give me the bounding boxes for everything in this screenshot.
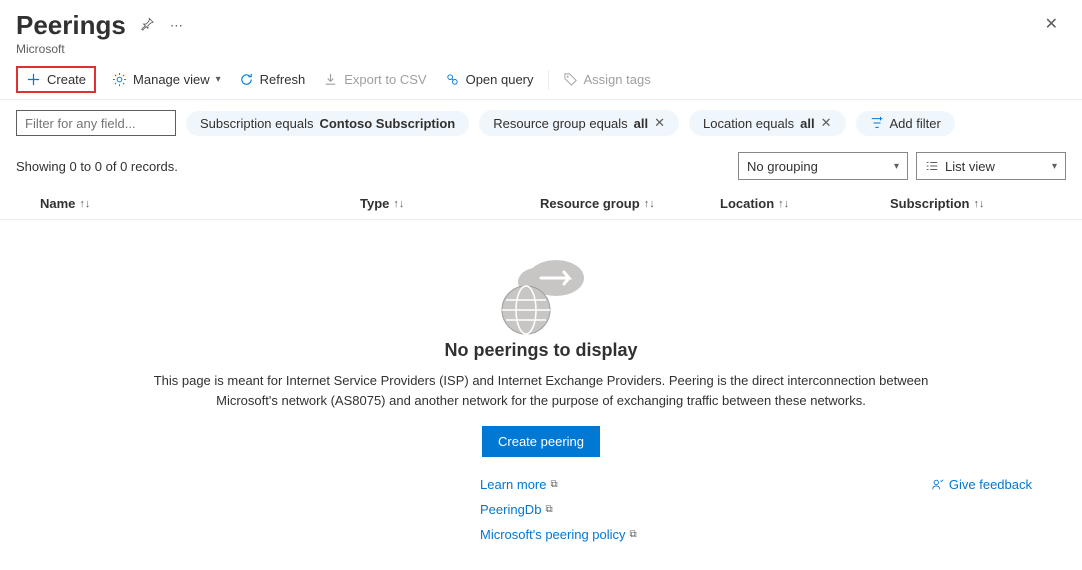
refresh-button[interactable]: Refresh [231, 66, 314, 93]
chevron-down-icon: ▾ [894, 161, 899, 172]
give-feedback-link[interactable]: Give feedback [931, 477, 1032, 492]
column-location[interactable]: Location↑↓ [720, 196, 890, 211]
filter-pill-subscription[interactable]: Subscription equals Contoso Subscription [186, 111, 469, 136]
create-peering-button[interactable]: Create peering [482, 426, 600, 457]
filter-pill-resource-group[interactable]: Resource group equals all ✕ [479, 110, 679, 136]
list-icon [925, 159, 939, 173]
column-subscription[interactable]: Subscription↑↓ [890, 196, 1070, 211]
create-button[interactable]: Create [16, 66, 96, 93]
empty-state-icon [481, 250, 601, 340]
open-query-button[interactable]: Open query [437, 66, 542, 93]
plus-icon [26, 72, 41, 87]
manage-view-button[interactable]: Manage view ▾ [104, 66, 229, 93]
close-button[interactable]: ✕ [1037, 10, 1066, 38]
assign-tags-button[interactable]: Assign tags [555, 66, 659, 93]
empty-title: No peerings to display [20, 340, 1062, 361]
empty-description: This page is meant for Internet Service … [131, 371, 951, 410]
download-icon [323, 72, 338, 87]
filter-input[interactable] [16, 110, 176, 136]
add-filter-button[interactable]: Add filter [856, 111, 955, 136]
page-title: Peerings [16, 10, 126, 41]
record-count: Showing 0 to 0 of 0 records. [16, 159, 178, 174]
column-type[interactable]: Type↑↓ [360, 196, 540, 211]
peering-policy-link[interactable]: Microsoft's peering policy⧉ [480, 527, 637, 542]
query-icon [445, 72, 460, 87]
tag-icon [563, 72, 578, 87]
close-icon[interactable]: ✕ [654, 115, 665, 131]
separator [548, 70, 549, 90]
close-icon[interactable]: ✕ [821, 115, 832, 131]
gear-icon [112, 72, 127, 87]
feedback-icon [931, 478, 945, 492]
sort-icon: ↑↓ [973, 198, 984, 210]
more-icon[interactable]: ⋯ [168, 16, 185, 36]
external-link-icon: ⧉ [545, 504, 552, 515]
external-link-icon: ⧉ [550, 479, 557, 490]
page-subtitle: Microsoft [16, 42, 1066, 56]
sort-icon: ↑↓ [393, 198, 404, 210]
sort-icon: ↑↓ [79, 198, 90, 210]
chevron-down-icon: ▾ [216, 74, 221, 85]
column-resource-group[interactable]: Resource group↑↓ [540, 196, 720, 211]
empty-state: No peerings to display This page is mean… [0, 220, 1082, 552]
learn-more-link[interactable]: Learn more⧉ [480, 477, 558, 492]
column-name[interactable]: Name↑↓ [0, 196, 360, 211]
status-bar: Showing 0 to 0 of 0 records. No grouping… [0, 144, 1082, 188]
page-header: Peerings ⋯ Microsoft ✕ [0, 0, 1082, 60]
pin-icon[interactable] [138, 15, 156, 36]
refresh-icon [239, 72, 254, 87]
grouping-select[interactable]: No grouping ▾ [738, 152, 908, 180]
filter-add-icon [870, 116, 884, 130]
filter-pill-location[interactable]: Location equals all ✕ [689, 110, 845, 136]
external-link-icon: ⧉ [630, 529, 637, 540]
sort-icon: ↑↓ [778, 198, 789, 210]
chevron-down-icon: ▾ [1052, 161, 1057, 172]
export-csv-button[interactable]: Export to CSV [315, 66, 434, 93]
table-header: Name↑↓ Type↑↓ Resource group↑↓ Location↑… [0, 188, 1082, 220]
peeringdb-link[interactable]: PeeringDb⧉ [480, 502, 553, 517]
view-select[interactable]: List view ▾ [916, 152, 1066, 180]
filter-bar: Subscription equals Contoso Subscription… [0, 100, 1082, 144]
command-bar: Create Manage view ▾ Refresh Export to C… [0, 60, 1082, 100]
sort-icon: ↑↓ [644, 198, 655, 210]
